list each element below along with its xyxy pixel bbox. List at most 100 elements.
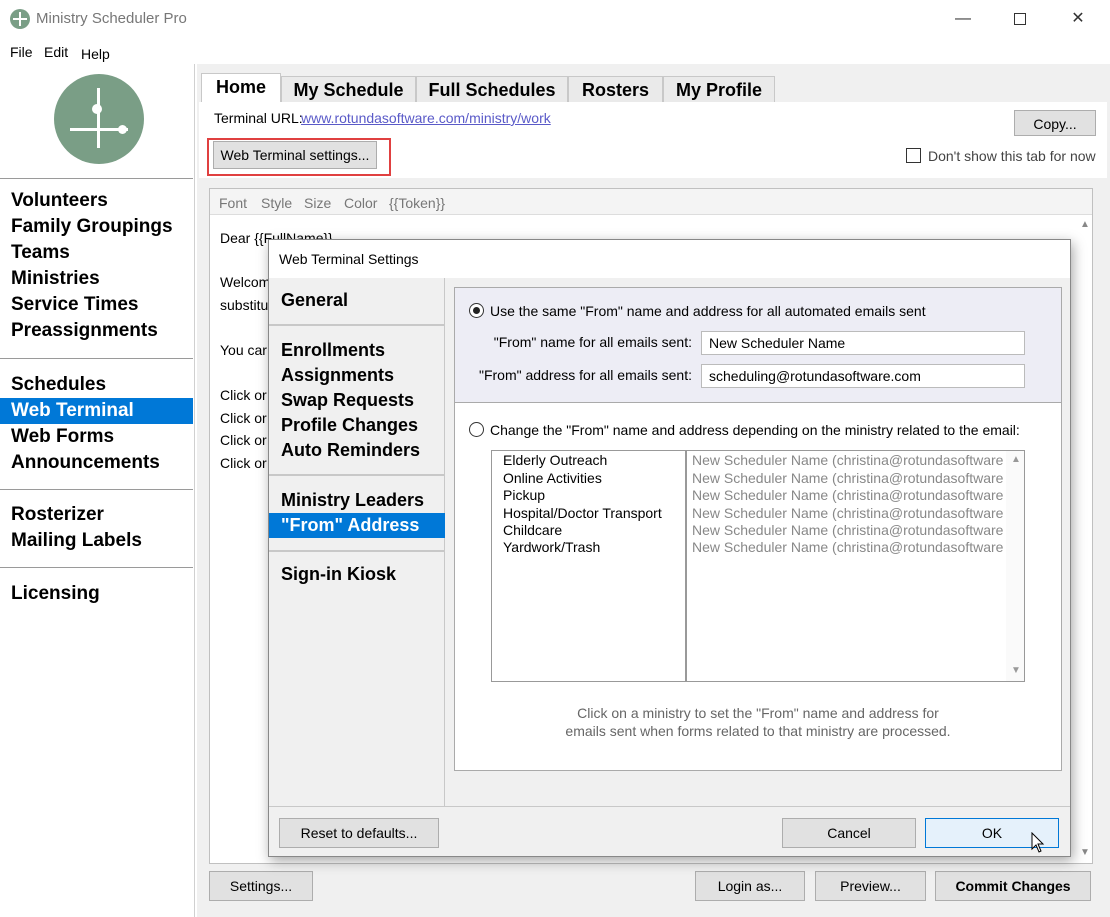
same-from-section: Use the same "From" name and address for…	[455, 288, 1061, 403]
sidebar-item-rosterizer[interactable]: Rosterizer	[0, 502, 193, 528]
sidebar-item-service-times[interactable]: Service Times	[0, 292, 193, 318]
menu-file[interactable]: File	[10, 44, 33, 60]
commit-changes-button[interactable]: Commit Changes	[935, 871, 1091, 901]
toolbar-color[interactable]: Color	[344, 195, 377, 211]
sidebar-item-licensing[interactable]: Licensing	[0, 581, 193, 607]
ministry-logo	[54, 74, 144, 164]
sidebar-group-people: Volunteers Family Groupings Teams Minist…	[0, 178, 193, 344]
maximize-icon	[1014, 12, 1026, 25]
same-from-radio[interactable]	[469, 303, 484, 318]
list-scroll-up-icon[interactable]: ▲	[1011, 454, 1021, 465]
editor-scrollbar[interactable]: ▲ ▼	[1076, 215, 1092, 863]
ministry-name[interactable]: Online Activities	[503, 470, 602, 486]
ministry-name[interactable]: Elderly Outreach	[503, 452, 607, 468]
sidebar-item-volunteers[interactable]: Volunteers	[0, 188, 193, 214]
ministry-from-value[interactable]: New Scheduler Name (christina@rotundasof…	[692, 487, 1004, 503]
toolbar-font[interactable]: Font	[219, 195, 247, 211]
tab-home[interactable]: Home	[201, 73, 281, 103]
cancel-button[interactable]: Cancel	[782, 818, 916, 848]
dialog-nav-group: Sign-in Kiosk	[269, 550, 445, 587]
from-address-label: "From" address for all emails sent:	[478, 367, 692, 383]
sidebar-item-ministries[interactable]: Ministries	[0, 266, 193, 292]
tab-rosters[interactable]: Rosters	[568, 76, 663, 102]
web-terminal-settings-dialog: Web Terminal Settings General Enrollment…	[268, 239, 1071, 857]
toolbar-token[interactable]: {{Token}}	[389, 195, 445, 211]
menu-bar: File Edit Help	[0, 40, 1110, 64]
ministry-name[interactable]: Pickup	[503, 487, 545, 503]
nav-from-address[interactable]: "From" Address	[269, 513, 445, 538]
preview-button[interactable]: Preview...	[815, 871, 926, 901]
editor-line: Click or	[220, 387, 267, 403]
sidebar-item-schedules[interactable]: Schedules	[0, 372, 193, 398]
from-name-field[interactable]: New Scheduler Name	[701, 331, 1025, 355]
toolbar-size[interactable]: Size	[304, 195, 331, 211]
nav-enrollments[interactable]: Enrollments	[269, 338, 445, 363]
dialog-title: Web Terminal Settings	[269, 240, 1070, 278]
window-title: Ministry Scheduler Pro	[36, 10, 187, 27]
nav-assignments[interactable]: Assignments	[269, 363, 445, 388]
ministry-from-list[interactable]: Elderly Outreach New Scheduler Name (chr…	[491, 450, 1025, 682]
ministry-name[interactable]: Hospital/Doctor Transport	[503, 505, 662, 521]
mouse-pointer-icon	[1031, 832, 1045, 853]
toolbar-style[interactable]: Style	[261, 195, 292, 211]
list-column-divider	[685, 451, 687, 681]
minimize-button[interactable]: —	[940, 4, 986, 34]
nav-sign-in-kiosk[interactable]: Sign-in Kiosk	[269, 562, 445, 587]
sidebar-group-tools: Rosterizer Mailing Labels	[0, 489, 193, 554]
dialog-nav-group: Enrollments Assignments Swap Requests Pr…	[269, 324, 445, 463]
per-ministry-radio[interactable]	[469, 422, 484, 437]
scroll-up-icon[interactable]: ▲	[1080, 219, 1090, 230]
sidebar-item-web-terminal[interactable]: Web Terminal	[0, 398, 193, 424]
dialog-nav: General Enrollments Assignments Swap Req…	[269, 278, 445, 806]
sidebar-item-announcements[interactable]: Announcements	[0, 450, 193, 476]
list-scrollbar[interactable]: ▲ ▼	[1006, 451, 1024, 681]
ministry-from-value[interactable]: New Scheduler Name (christina@rotundasof…	[692, 539, 1004, 555]
login-as-button[interactable]: Login as...	[695, 871, 805, 901]
sidebar-item-mailing-labels[interactable]: Mailing Labels	[0, 528, 193, 554]
dont-show-checkbox[interactable]	[906, 148, 921, 163]
ministry-from-value[interactable]: New Scheduler Name (christina@rotundasof…	[692, 522, 1004, 538]
terminal-url-link[interactable]: www.rotundasoftware.com/ministry/work	[301, 110, 551, 126]
dialog-footer: Reset to defaults... Cancel OK	[269, 806, 1070, 856]
ministry-from-value[interactable]: New Scheduler Name (christina@rotundasof…	[692, 452, 1004, 468]
ministry-from-value[interactable]: New Scheduler Name (christina@rotundasof…	[692, 505, 1004, 521]
sidebar-item-preassignments[interactable]: Preassignments	[0, 318, 193, 344]
menu-edit[interactable]: Edit	[44, 44, 68, 60]
tab-my-schedule[interactable]: My Schedule	[281, 76, 416, 102]
nav-profile-changes[interactable]: Profile Changes	[269, 413, 445, 438]
sidebar-item-web-forms[interactable]: Web Forms	[0, 424, 193, 450]
dialog-nav-group: Ministry Leaders "From" Address	[269, 474, 445, 538]
highlight-frame	[207, 138, 391, 176]
ministry-name[interactable]: Yardwork/Trash	[503, 539, 600, 555]
copy-button[interactable]: Copy...	[1014, 110, 1096, 136]
sidebar-group-licensing: Licensing	[0, 567, 193, 607]
tab-full-schedules[interactable]: Full Schedules	[416, 76, 568, 102]
close-button[interactable]: ✕	[1055, 4, 1101, 34]
list-scroll-down-icon[interactable]: ▼	[1011, 665, 1021, 676]
per-ministry-label: Change the "From" name and address depen…	[490, 422, 1020, 438]
nav-general[interactable]: General	[269, 288, 445, 313]
dialog-nav-group: General	[269, 288, 445, 313]
editor-line: substitu	[220, 297, 269, 313]
maximize-button[interactable]	[997, 4, 1043, 34]
menu-help[interactable]: Help	[81, 46, 110, 62]
editor-line: Click or	[220, 455, 267, 471]
settings-button[interactable]: Settings...	[209, 871, 313, 901]
nav-ministry-leaders[interactable]: Ministry Leaders	[269, 488, 445, 513]
sidebar-item-family-groupings[interactable]: Family Groupings	[0, 214, 193, 240]
from-address-field[interactable]: scheduling@rotundasoftware.com	[701, 364, 1025, 388]
terminal-url-label: Terminal URL:	[214, 110, 303, 126]
help-line: Click on a ministry to set the "From" na…	[577, 705, 939, 721]
scroll-down-icon[interactable]: ▼	[1080, 847, 1090, 858]
editor-line: Welcom	[220, 274, 271, 290]
from-address-panel: Use the same "From" name and address for…	[454, 287, 1062, 771]
nav-swap-requests[interactable]: Swap Requests	[269, 388, 445, 413]
ministry-name[interactable]: Childcare	[503, 522, 562, 538]
sidebar-item-teams[interactable]: Teams	[0, 240, 193, 266]
tab-my-profile[interactable]: My Profile	[663, 76, 775, 102]
ministry-from-value[interactable]: New Scheduler Name (christina@rotundasof…	[692, 470, 1004, 486]
help-line: emails sent when forms related to that m…	[565, 723, 951, 739]
nav-auto-reminders[interactable]: Auto Reminders	[269, 438, 445, 463]
reset-to-defaults-button[interactable]: Reset to defaults...	[279, 818, 439, 848]
sidebar: Volunteers Family Groupings Teams Minist…	[0, 64, 195, 917]
